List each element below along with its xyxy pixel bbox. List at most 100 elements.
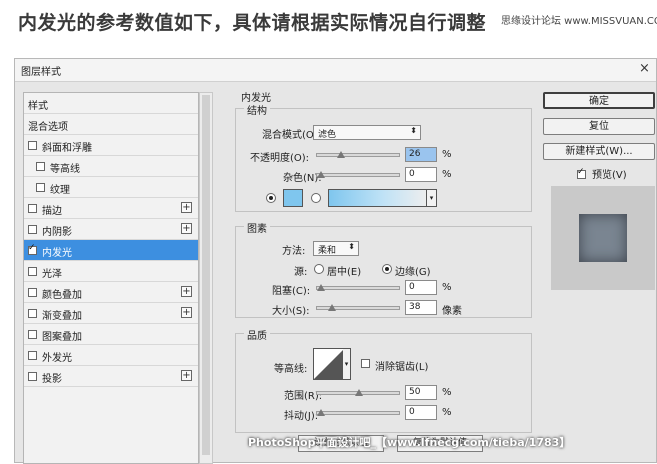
style-preview [551, 186, 655, 290]
opacity-input[interactable]: 26 [405, 147, 437, 162]
technique-select[interactable]: 柔和 ⬍ [313, 241, 359, 256]
plus-icon[interactable]: + [181, 286, 192, 297]
size-slider[interactable] [316, 304, 400, 311]
sidebar-item[interactable]: 颜色叠加 + [24, 282, 198, 303]
glow-color-swatch[interactable] [283, 189, 303, 207]
source-edge-label: 边缘(G) [395, 267, 431, 278]
sidebar-item[interactable]: 斜面和浮雕 [24, 135, 198, 156]
sidebar-item[interactable]: 描边 + [24, 198, 198, 219]
sidebar-item-label: 等高线 [50, 164, 80, 175]
source-edge-radio[interactable] [382, 264, 392, 274]
sidebar-item[interactable]: 内发光 [24, 240, 198, 261]
sidebar-item-label: 内阴影 [42, 227, 72, 238]
contour-label: 等高线: [274, 364, 308, 375]
sidebar-item-checkbox[interactable] [28, 288, 37, 297]
source-center-radio[interactable] [314, 264, 324, 274]
anti-alias-checkbox[interactable] [361, 359, 370, 368]
jitter-slider-thumb[interactable] [317, 409, 325, 416]
anti-alias-label: 消除锯齿(L) [375, 362, 429, 373]
sidebar-item-label: 渐变叠加 [42, 311, 82, 322]
page-headline: 内发光的参考数值如下，具体请根据实际情况自行调整 [18, 12, 487, 34]
opacity-slider-thumb[interactable] [337, 151, 345, 158]
choke-input[interactable]: 0 [405, 280, 437, 295]
opacity-label: 不透明度(O): [250, 153, 310, 164]
range-unit: % [442, 387, 452, 398]
plus-icon[interactable]: + [181, 202, 192, 213]
gradient-radio[interactable] [311, 193, 321, 203]
sidebar-item[interactable]: 投影 + [24, 366, 198, 387]
sidebar-item-checkbox[interactable] [28, 330, 37, 339]
jitter-slider[interactable] [316, 409, 400, 416]
structure-title: 结构 [244, 102, 270, 117]
range-input[interactable]: 50 [405, 385, 437, 400]
plus-icon[interactable]: + [181, 370, 192, 381]
jitter-label: 抖动(J): [284, 411, 319, 422]
jitter-unit: % [442, 407, 452, 418]
dialog-titlebar: 图层样式 × [15, 59, 656, 82]
sidebar-item-label: 描边 [42, 206, 62, 217]
sidebar-item-label: 样式 [28, 101, 48, 112]
source-center-label: 居中(E) [327, 267, 362, 278]
scrollbar-thumb[interactable] [202, 95, 210, 455]
sidebar-item-label: 混合选项 [28, 122, 68, 133]
contour-curve-icon [314, 349, 344, 379]
range-slider-thumb[interactable] [355, 389, 363, 396]
sidebar-item-checkbox[interactable] [28, 141, 37, 150]
noise-unit: % [442, 169, 452, 180]
sidebar-item-checkbox[interactable] [28, 309, 37, 318]
contour-picker[interactable] [313, 348, 345, 380]
sidebar-item[interactable]: 内阴影 + [24, 219, 198, 240]
sidebar-item-checkbox[interactable] [28, 351, 37, 360]
opacity-slider[interactable] [316, 151, 400, 158]
sidebar-item-checkbox[interactable] [28, 243, 37, 255]
sidebar-item[interactable]: 渐变叠加 + [24, 303, 198, 324]
sidebar-item-checkbox[interactable] [28, 372, 37, 381]
dialog-title: 图层样式 [21, 67, 61, 78]
noise-slider[interactable] [316, 171, 400, 178]
source-label: 源: [294, 267, 308, 278]
blend-mode-select[interactable]: 滤色 ⬍ [313, 125, 421, 140]
range-slider[interactable] [316, 389, 400, 396]
sidebar-item-checkbox[interactable] [36, 162, 45, 171]
sidebar-item-label: 外发光 [42, 353, 72, 364]
size-slider-thumb[interactable] [328, 304, 336, 311]
size-input[interactable]: 38 [405, 300, 437, 315]
close-icon[interactable]: × [639, 61, 650, 76]
jitter-input[interactable]: 0 [405, 405, 437, 420]
ok-button[interactable]: 确定 [543, 92, 655, 109]
sidebar-item-checkbox[interactable] [28, 267, 37, 276]
sidebar-item-checkbox[interactable] [36, 183, 45, 192]
choke-slider[interactable] [316, 284, 400, 291]
contour-dropdown-icon[interactable]: ▾ [343, 348, 351, 380]
sidebar-item-label: 纹理 [50, 185, 70, 196]
style-list-scrollbar[interactable] [199, 92, 213, 464]
technique-label: 方法: [282, 246, 306, 257]
choke-unit: % [442, 282, 452, 293]
elements-group: 图素 方法: 柔和 ⬍ 源: 居中(E) 边缘(G) 阻塞(C): 0 % 大小(… [235, 220, 532, 318]
size-label: 大小(S): [272, 306, 310, 317]
choke-slider-thumb[interactable] [317, 284, 325, 291]
gradient-dropdown-icon[interactable]: ▾ [426, 189, 437, 207]
plus-icon[interactable]: + [181, 223, 192, 234]
sidebar-item[interactable]: 混合选项 [24, 114, 198, 135]
sidebar-item-label: 内发光 [42, 248, 72, 259]
sidebar-item[interactable]: 图案叠加 [24, 324, 198, 345]
solid-color-radio[interactable] [266, 193, 276, 203]
sidebar-item-label: 颜色叠加 [42, 290, 82, 301]
sidebar-item[interactable]: 光泽 [24, 261, 198, 282]
gradient-swatch[interactable] [328, 189, 428, 207]
sidebar-item-checkbox[interactable] [28, 204, 37, 213]
preview-checkbox[interactable] [577, 167, 586, 179]
new-style-button[interactable]: 新建样式(W)... [543, 143, 655, 160]
sidebar-item[interactable]: 纹理 [24, 177, 198, 198]
reset-button[interactable]: 复位 [543, 118, 655, 135]
sidebar-item[interactable]: 等高线 [24, 156, 198, 177]
sidebar-item[interactable]: 样式 [24, 93, 198, 114]
sidebar-item[interactable]: 外发光 [24, 345, 198, 366]
noise-input[interactable]: 0 [405, 167, 437, 182]
elements-title: 图素 [244, 220, 270, 235]
style-list: 样式混合选项斜面和浮雕等高线纹理描边 + 内阴影 + 内发光光泽颜色叠加 + 渐变叠加 + 图案… [23, 92, 199, 464]
plus-icon[interactable]: + [181, 307, 192, 318]
noise-slider-thumb[interactable] [317, 171, 325, 178]
sidebar-item-checkbox[interactable] [28, 225, 37, 234]
